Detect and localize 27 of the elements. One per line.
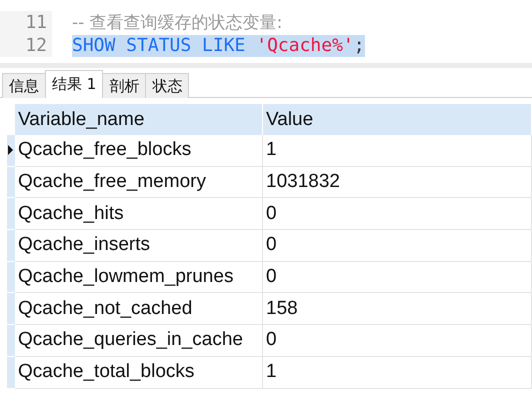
table-cell: 1 [263, 356, 532, 388]
result-tab[interactable]: 信息 [2, 73, 46, 98]
table-cell: 158 [263, 293, 532, 326]
table-cell: 0 [263, 325, 532, 357]
table-cell: Qcache_lowmem_prunes [15, 262, 263, 294]
table-cell: 0 [263, 230, 532, 262]
table-cell: Qcache_free_blocks [15, 135, 263, 167]
result-tab[interactable]: 剖析 [102, 73, 146, 98]
line-number: 11 [0, 11, 52, 34]
row-selector[interactable] [7, 135, 15, 167]
table-cell: Qcache_hits [15, 198, 263, 230]
current-row-icon [7, 145, 13, 156]
table-cell: Qcache_not_cached [15, 293, 263, 326]
table-cell: 1 [263, 135, 532, 167]
column-header[interactable]: Variable_name [15, 104, 263, 135]
table-cell: Qcache_inserts [15, 230, 263, 262]
code-line: -- 查看查询缓存的状态变量: [72, 12, 282, 34]
table-cell: 1031832 [263, 166, 532, 198]
line-number: 12 [0, 34, 52, 57]
result-tab[interactable]: 结果 1 [45, 70, 104, 98]
column-header[interactable]: Value [263, 104, 532, 135]
table-cell: Qcache_queries_in_cache [15, 325, 263, 357]
table-cell: 0 [263, 262, 532, 294]
table-cell: Qcache_free_memory [15, 166, 263, 198]
result-tab[interactable]: 状态 [145, 73, 190, 98]
table-cell: 0 [263, 198, 532, 230]
table-cell: Qcache_total_blocks [15, 356, 263, 388]
